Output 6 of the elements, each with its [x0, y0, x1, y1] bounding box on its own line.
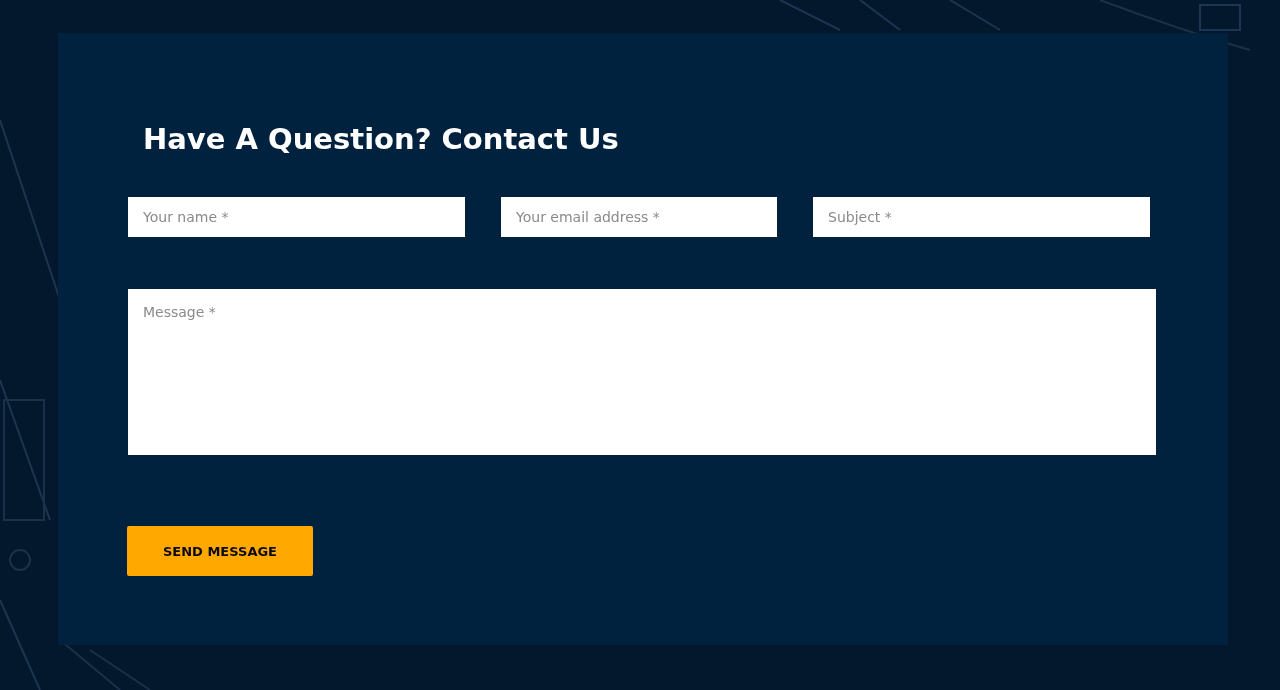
input-field[interactable]: Your email address * [501, 197, 777, 237]
input-field[interactable]: Subject * [813, 197, 1150, 237]
form-heading: Have A Question? Contact Us [143, 121, 620, 158]
input-field[interactable]: Your name * [128, 197, 465, 237]
send-message-button[interactable]: SEND MESSAGE [127, 526, 313, 576]
message-field[interactable]: Message * [128, 289, 1156, 455]
